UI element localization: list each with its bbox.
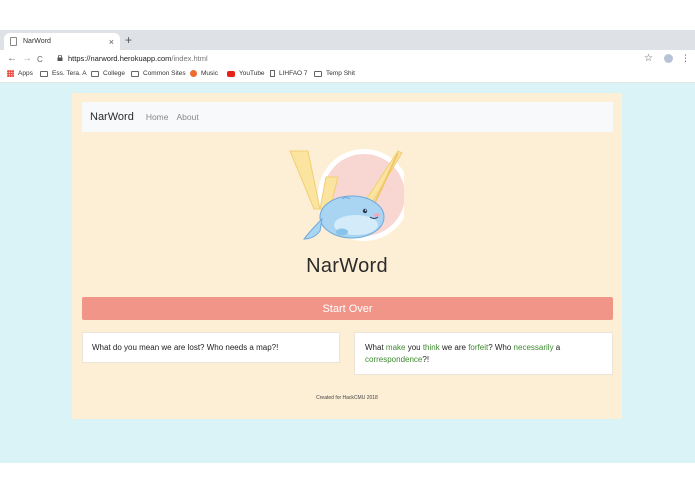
- sentence-text: What do you mean we are lost? Who needs …: [92, 343, 279, 352]
- replaced-word[interactable]: think: [423, 343, 440, 352]
- forward-icon[interactable]: →: [22, 53, 32, 65]
- page-background: NarWord Home About NarWord Start Over Wh…: [0, 83, 695, 463]
- sentence-word: you: [405, 343, 423, 352]
- tab-title: NarWord: [23, 38, 51, 45]
- replaced-word[interactable]: correspondence: [365, 355, 422, 364]
- nav-link-about[interactable]: About: [177, 112, 199, 122]
- menu-icon[interactable]: ⋮: [681, 53, 690, 64]
- replaced-word[interactable]: forfeit: [468, 343, 488, 352]
- bookmark-label: Common Sites: [143, 70, 186, 77]
- bookmark-youtube[interactable]: YouTube: [227, 70, 265, 77]
- replaced-word[interactable]: make: [386, 343, 406, 352]
- bookmark-label: Apps: [18, 70, 33, 77]
- site-navbar: NarWord Home About: [82, 102, 613, 132]
- bookmark-common-sites[interactable]: Common Sites: [131, 70, 186, 77]
- folder-icon: [314, 70, 322, 77]
- content-card: NarWord Home About NarWord Start Over Wh…: [72, 93, 622, 419]
- sentence-word: a: [553, 343, 561, 352]
- browser-toolbar: ← → C https://narword.herokuapp.com/inde…: [0, 50, 695, 68]
- bookmark-college[interactable]: College: [91, 70, 125, 77]
- url-host: https://narword.herokuapp.com: [68, 54, 172, 63]
- footer-credit: Created for HackCMU 2018: [316, 395, 378, 401]
- sentence-word: What: [365, 343, 386, 352]
- lock-icon: [57, 55, 63, 61]
- folder-icon: [91, 70, 99, 77]
- youtube-icon: [227, 70, 235, 77]
- bookmark-temp[interactable]: Temp Shit: [314, 70, 355, 77]
- tab-close-icon[interactable]: ×: [109, 37, 114, 47]
- apps-icon: [7, 70, 14, 77]
- document-icon: [270, 70, 275, 77]
- start-over-button[interactable]: Start Over: [82, 297, 613, 320]
- reload-icon[interactable]: C: [37, 54, 43, 66]
- replaced-word[interactable]: necessarily: [514, 343, 554, 352]
- music-icon: [190, 70, 197, 77]
- folder-icon: [40, 70, 48, 77]
- profile-avatar[interactable]: [664, 54, 673, 63]
- bookmark-label: YouTube: [239, 70, 265, 77]
- page-icon: [10, 37, 17, 46]
- bookmark-star-icon[interactable]: ☆: [644, 53, 653, 64]
- bookmark-label: LIHFAO 7: [279, 70, 308, 77]
- url-path: /index.html: [171, 54, 208, 63]
- back-icon[interactable]: ←: [7, 53, 17, 65]
- bookmark-music[interactable]: Music: [190, 70, 218, 77]
- sentence-card-generated: What make you think we are forfeit? Who …: [354, 332, 613, 375]
- bookmarks-bar: Apps Ess. Tera. A College Common Sites M…: [0, 68, 695, 83]
- navbar-brand[interactable]: NarWord: [90, 111, 134, 123]
- tab-strip: NarWord ×: [0, 30, 695, 50]
- folder-icon: [131, 70, 139, 77]
- bookmark-label: Temp Shit: [326, 70, 355, 77]
- narwhal-logo: [289, 149, 404, 241]
- bookmark-label: College: [103, 70, 126, 77]
- bookmark-lihfao[interactable]: LIHFAO 7: [270, 70, 308, 77]
- bookmark-apps[interactable]: Apps: [7, 70, 33, 77]
- page-title: NarWord: [306, 255, 388, 277]
- sentence-card-original: What do you mean we are lost? Who needs …: [82, 332, 340, 363]
- bookmark-label: Music: [201, 70, 218, 77]
- bookmark-label: Ess. Tera. A: [52, 70, 87, 77]
- browser-tab[interactable]: NarWord ×: [4, 33, 120, 50]
- nav-link-home[interactable]: Home: [146, 112, 169, 122]
- bookmark-ess-tera[interactable]: Ess. Tera. A: [40, 70, 87, 77]
- sentence-word: we are: [439, 343, 469, 352]
- sentence-word: ? Who: [488, 343, 514, 352]
- new-tab-button[interactable]: +: [125, 34, 132, 46]
- address-bar[interactable]: https://narword.herokuapp.com/index.html: [68, 54, 208, 63]
- sentence-word: ?!: [422, 355, 430, 364]
